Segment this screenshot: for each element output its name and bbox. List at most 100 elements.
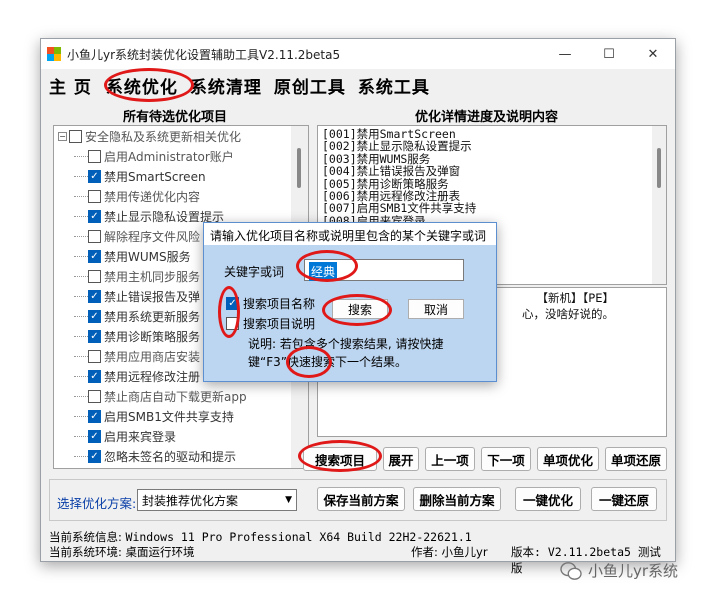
search-note: 说明: 若包含多个搜索结果, 请按快捷键“F3”快速搜索下一个结果。: [248, 337, 444, 369]
expand-button[interactable]: 展开: [383, 447, 419, 471]
tree-item[interactable]: 启用Administrator账户: [54, 146, 308, 166]
system-info-label: 当前系统信息:: [49, 530, 122, 544]
item-checkbox[interactable]: ✓: [88, 249, 101, 263]
item-checkbox[interactable]: ✓: [88, 209, 101, 223]
search-name-checkbox[interactable]: ✓: [226, 297, 239, 310]
menu-bar: 主 页 系统优化 系统清理 原创工具 系统工具: [41, 69, 675, 101]
tree-connector: [74, 235, 88, 237]
scheme-select[interactable]: 封装推荐优化方案 ▼: [137, 489, 297, 511]
item-checkbox[interactable]: ✓: [88, 289, 101, 303]
item-checkbox[interactable]: ✓: [88, 329, 101, 343]
item-checkbox[interactable]: ✓: [88, 169, 101, 183]
item-label: 禁用远程修改注册: [104, 369, 201, 384]
tree-connector: [74, 195, 88, 197]
tree-connector: [74, 415, 88, 417]
item-label: 安全隐私及系统更新相关优化: [85, 129, 242, 144]
item-label: 忽略未签名的驱动和提示: [104, 449, 237, 464]
item-checkbox[interactable]: ✓: [88, 309, 101, 323]
item-checkbox[interactable]: [88, 149, 101, 163]
tree-connector: [74, 435, 88, 437]
tab-system-clean[interactable]: 系统清理: [190, 73, 262, 98]
tree-item[interactable]: ✓ 启用来宾登录: [54, 426, 308, 446]
status-system-info: 当前系统信息: Windows 11 Pro Professional X64 …: [49, 529, 472, 545]
prev-item-button[interactable]: 上一项: [425, 447, 475, 471]
item-label: 启用Administrator账户: [104, 149, 234, 164]
next-item-button[interactable]: 下一项: [481, 447, 531, 471]
item-checkbox[interactable]: ✓: [88, 429, 101, 443]
item-checkbox[interactable]: [88, 269, 101, 283]
watermark: 小鱼儿yr系统: [560, 560, 678, 581]
tree-item[interactable]: 禁用传递优化内容: [54, 186, 308, 206]
tree-connector: [74, 295, 88, 297]
log-scrollbar[interactable]: [652, 126, 666, 284]
tree-item[interactable]: ✓ 禁用SmartScreen: [54, 166, 308, 186]
search-desc-label: 搜索项目说明: [243, 317, 316, 331]
tree-connector: [74, 275, 88, 277]
chevron-down-icon: ▼: [285, 495, 292, 505]
item-checkbox[interactable]: [88, 349, 101, 363]
minimize-button[interactable]: —: [543, 39, 587, 69]
delete-scheme-button[interactable]: 删除当前方案: [413, 487, 501, 511]
item-label: 禁用应用商店安装: [104, 349, 201, 364]
item-label: 解除程序文件风险: [104, 229, 201, 244]
item-label: 禁用传递优化内容: [104, 189, 201, 204]
item-label: 禁止错误报告及弹: [104, 289, 201, 304]
log-line: [004]禁止错误报告及弹窗: [322, 164, 461, 179]
tree-connector: [74, 215, 88, 217]
left-panel-header: 所有待选优化项目: [123, 110, 228, 125]
single-restore-button[interactable]: 单项还原: [605, 447, 667, 471]
one-click-optimize-button[interactable]: 一键优化: [515, 487, 581, 511]
tree-item[interactable]: ✓ 启用SMB1文件共享支持: [54, 406, 308, 426]
one-click-restore-button[interactable]: 一键还原: [591, 487, 657, 511]
close-button[interactable]: ✕: [631, 39, 675, 69]
log-line: [007]启用SMB1文件共享支持: [322, 201, 477, 216]
search-button[interactable]: 搜索: [332, 299, 388, 319]
item-label: 禁用主机同步服务: [104, 269, 201, 284]
tree-connector: [74, 395, 88, 397]
tree-connector: [74, 355, 88, 357]
tab-original-tools[interactable]: 原创工具: [274, 73, 346, 98]
scheme-selected-value: 封装推荐优化方案: [142, 493, 239, 508]
item-checkbox[interactable]: [69, 129, 82, 143]
check-search-name[interactable]: ✓ 搜索项目名称: [226, 295, 315, 312]
item-label: 启用SMB1文件共享支持: [104, 409, 234, 424]
log-line: [002]禁止显示隐私设置提示: [322, 139, 472, 154]
scheme-label: 选择优化方案:: [57, 496, 137, 511]
cancel-button[interactable]: 取消: [408, 299, 464, 319]
item-checkbox[interactable]: ✓: [88, 449, 101, 463]
item-checkbox[interactable]: [88, 389, 101, 403]
keyword-input[interactable]: 经典: [304, 259, 464, 281]
search-dialog-title: 请输入优化项目名称或说明里包含的某个关键字或词: [204, 223, 496, 245]
keyword-label: 关键字或词: [224, 265, 285, 279]
item-checkbox[interactable]: ✓: [88, 409, 101, 423]
search-items-button[interactable]: 搜索项目: [303, 447, 377, 471]
tab-system-tools[interactable]: 系统工具: [358, 73, 430, 98]
single-optimize-button[interactable]: 单项优化: [537, 447, 599, 471]
keyword-value: 经典: [309, 262, 338, 281]
tree-item[interactable]: 禁止商店自动下载更新app: [54, 386, 308, 406]
tab-home[interactable]: 主 页: [49, 73, 92, 98]
tree-connector: [74, 335, 88, 337]
tree-connector: [74, 155, 88, 157]
title-bar: 小鱼儿yr系统封装优化设置辅助工具V2.11.2beta5 — ☐ ✕: [41, 39, 675, 69]
item-checkbox[interactable]: [88, 189, 101, 203]
window-title: 小鱼儿yr系统封装优化设置辅助工具V2.11.2beta5: [67, 47, 341, 62]
maximize-button[interactable]: ☐: [587, 39, 631, 69]
tree-item[interactable]: ✓ 忽略未签名的驱动和提示: [54, 446, 308, 466]
env-value: 桌面运行环境: [125, 545, 195, 559]
tree-group[interactable]: − 安全隐私及系统更新相关优化: [54, 126, 308, 146]
search-desc-checkbox[interactable]: [226, 317, 239, 330]
watermark-text: 小鱼儿yr系统: [588, 562, 679, 580]
tree-connector: [74, 375, 88, 377]
status-env: 当前系统环境: 桌面运行环境 作者: 小鱼儿yr 版本: V2.11.2beta…: [49, 544, 669, 575]
check-search-desc[interactable]: 搜索项目说明: [226, 315, 315, 332]
tree-connector: [74, 315, 88, 317]
tab-system-optimize[interactable]: 系统优化: [106, 73, 178, 98]
collapse-icon[interactable]: −: [58, 131, 67, 141]
item-checkbox[interactable]: [88, 229, 101, 243]
system-info-value: Windows 11 Pro Professional X64 Build 22…: [125, 530, 472, 544]
save-scheme-button[interactable]: 保存当前方案: [317, 487, 405, 511]
right-panel-header: 优化详情进度及说明内容: [415, 110, 559, 125]
item-label: 启用来宾登录: [104, 429, 177, 444]
item-checkbox[interactable]: ✓: [88, 369, 101, 383]
